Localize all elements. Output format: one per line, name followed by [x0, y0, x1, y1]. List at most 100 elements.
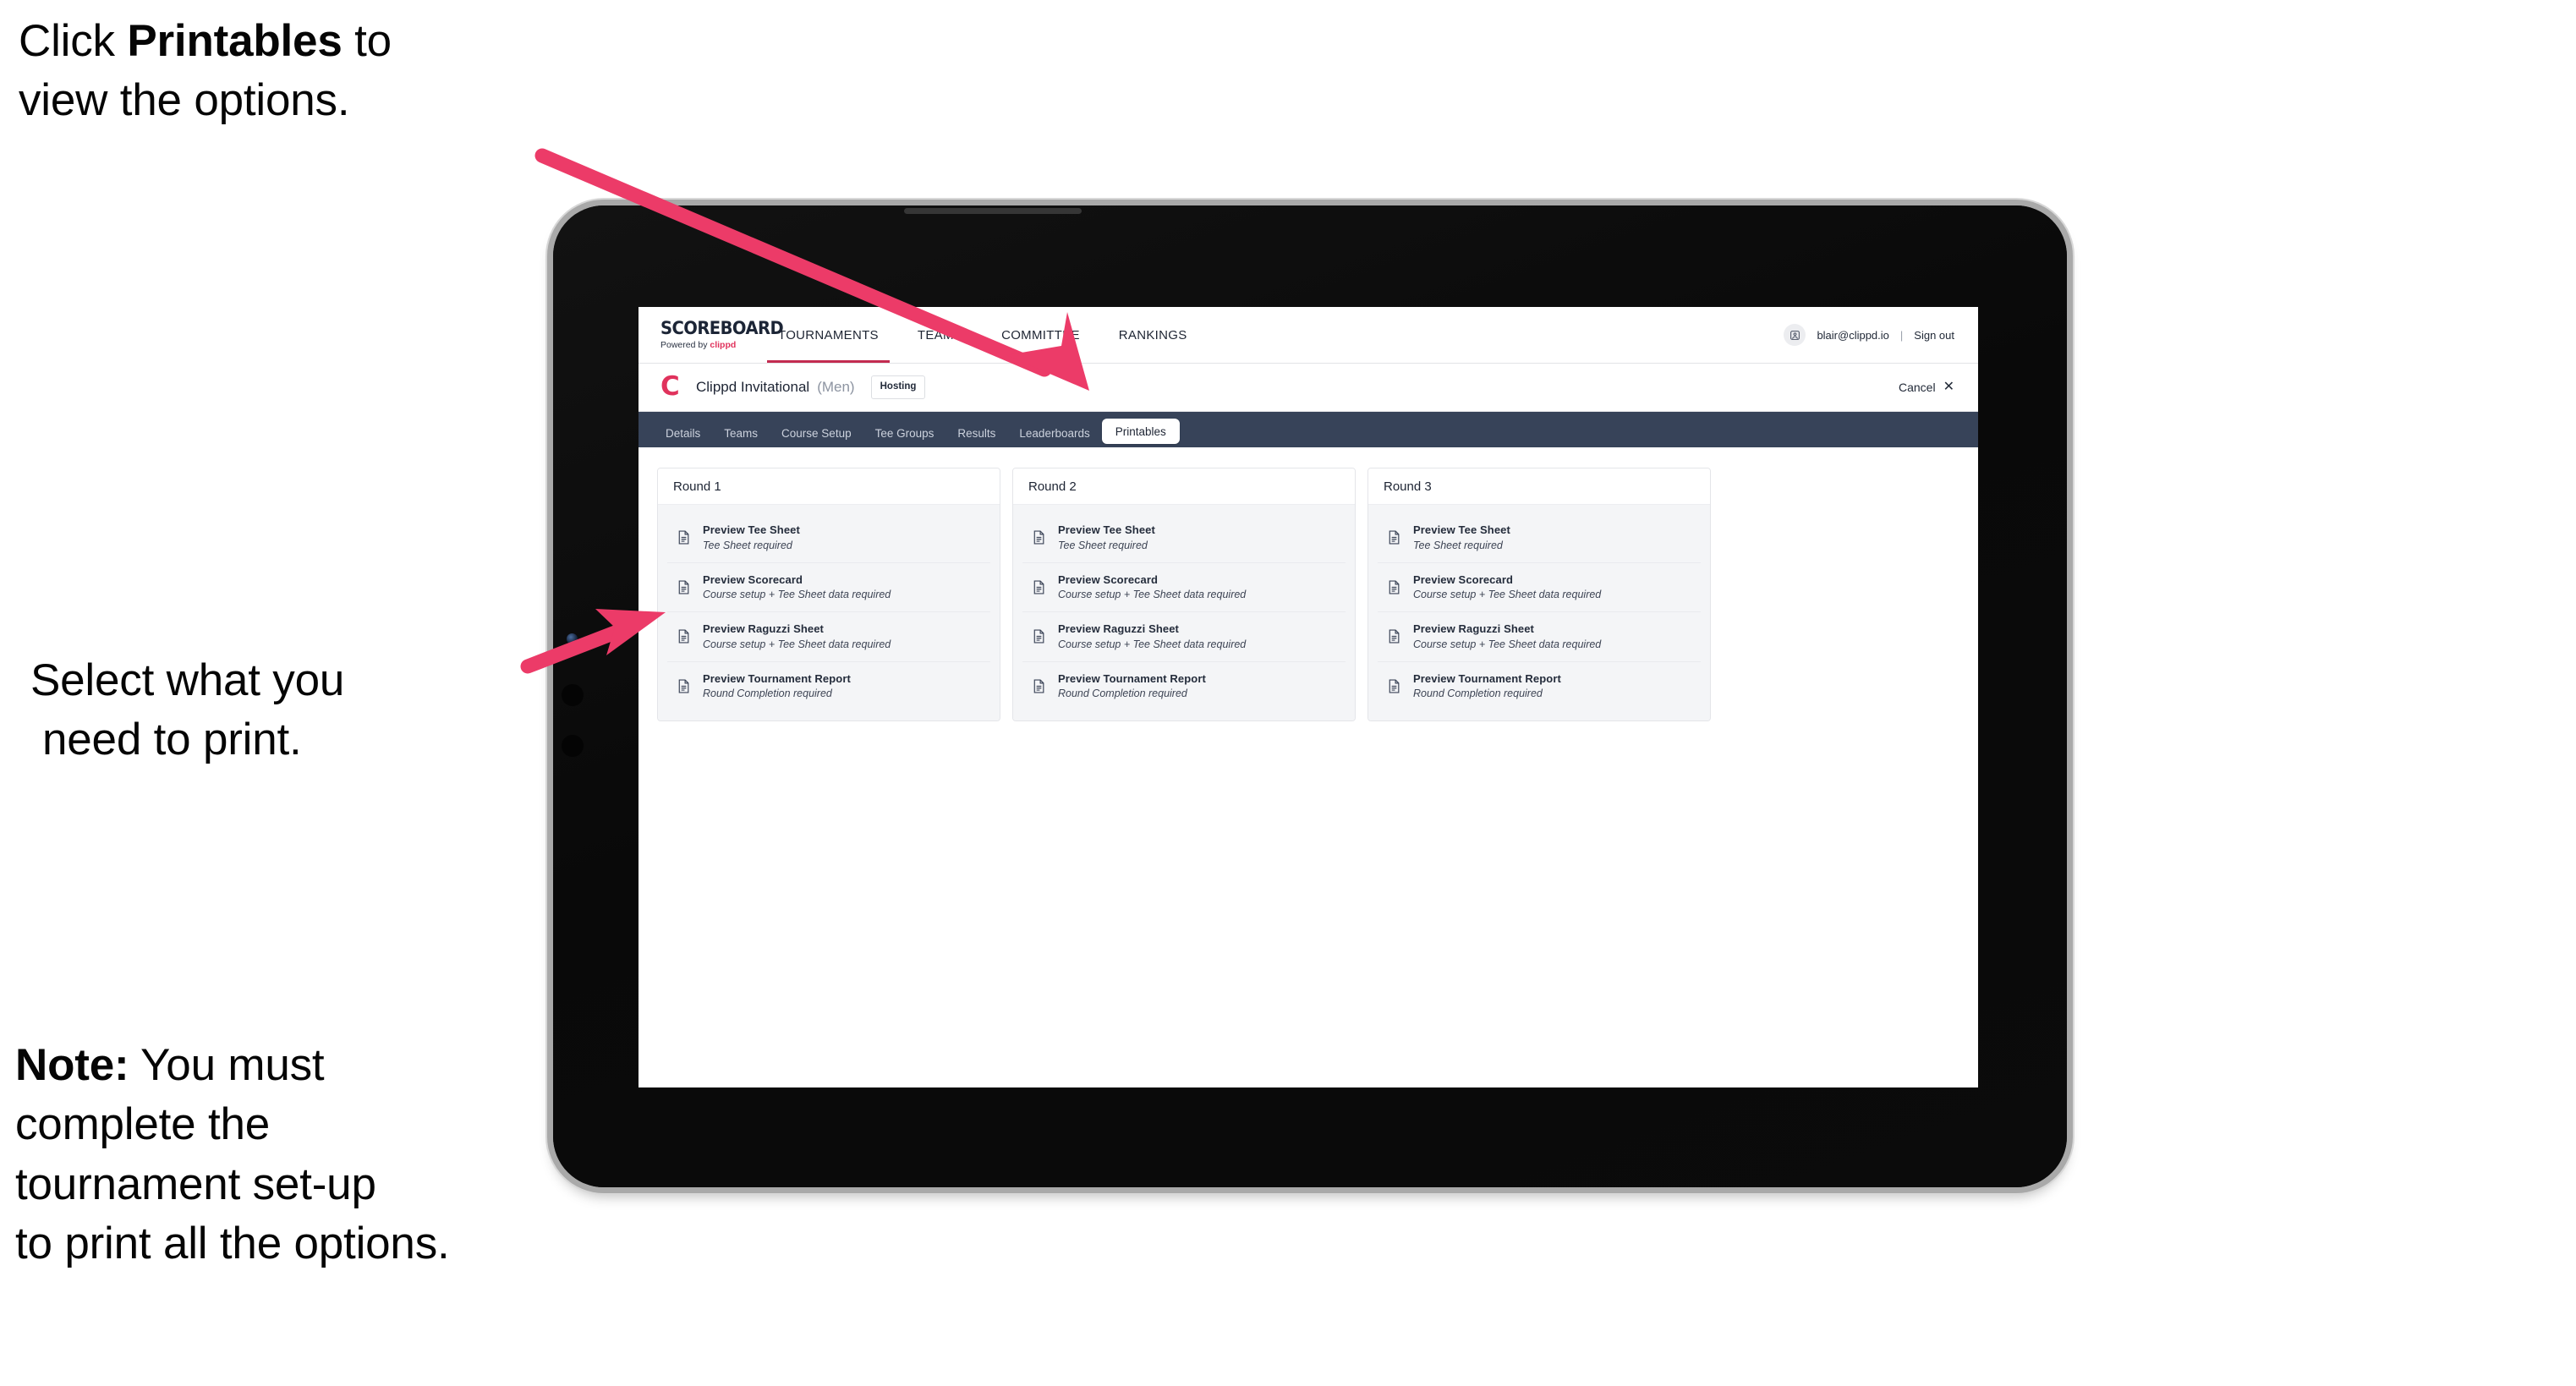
tab-results[interactable]: Results — [945, 419, 1007, 447]
tab-teams[interactable]: Teams — [712, 419, 770, 447]
document-requirement: Course setup + Tee Sheet data required — [1413, 638, 1602, 650]
document-title: Preview Tournament Report — [703, 671, 851, 685]
brand-tagline-text: Powered by — [660, 340, 710, 351]
tab-course-setup[interactable]: Course Setup — [770, 419, 863, 447]
round-title: Round 1 — [658, 468, 1000, 505]
document-row[interactable]: Preview Tee Sheet Tee Sheet required — [1378, 513, 1701, 563]
document-icon — [1386, 579, 1402, 595]
document-row[interactable]: Preview Raguzzi Sheet Course setup + Tee… — [667, 612, 990, 662]
callout-top-before: Click — [19, 16, 128, 66]
callout-top-bold: Printables — [127, 16, 343, 66]
document-row[interactable]: Preview Tee Sheet Tee Sheet required — [667, 513, 990, 563]
document-icon — [1031, 628, 1047, 644]
document-row[interactable]: Preview Scorecard Course setup + Tee She… — [1378, 562, 1701, 613]
document-row[interactable]: Preview Scorecard Course setup + Tee She… — [1022, 562, 1346, 613]
document-icon — [1386, 678, 1402, 694]
account-area: blair@clippd.io | Sign out — [1784, 307, 1978, 363]
document-requirement: Tee Sheet required — [1413, 539, 1503, 551]
callout-note-bold: Note: — [15, 1040, 129, 1090]
tablet-button-upper[interactable] — [562, 684, 584, 706]
document-requirement: Course setup + Tee Sheet data required — [1058, 589, 1247, 601]
document-row[interactable]: Preview Raguzzi Sheet Course setup + Tee… — [1378, 612, 1701, 662]
tab-printables[interactable]: Printables — [1101, 419, 1180, 444]
round-column: Round 1 Preview Tee Sheet Tee Sheet requ… — [657, 468, 1000, 722]
printables-board: Round 1 Preview Tee Sheet Tee Sheet requ… — [639, 447, 1978, 742]
tablet-screen: SCOREBOARD Powered by clippd TOURNAMENTS… — [639, 307, 1978, 1087]
primary-nav: TOURNAMENTS TEAMS COMMITTEE RANKINGS — [759, 307, 1207, 363]
tab-leaderboards[interactable]: Leaderboards — [1007, 419, 1101, 447]
document-requirement: Round Completion required — [1413, 688, 1543, 700]
document-row[interactable]: Preview Raguzzi Sheet Course setup + Tee… — [1022, 612, 1346, 662]
document-requirement: Course setup + Tee Sheet data required — [703, 589, 891, 601]
brand-logo[interactable]: SCOREBOARD Powered by clippd — [639, 307, 784, 363]
document-requirement: Course setup + Tee Sheet data required — [1058, 638, 1247, 650]
tournament-gender: (Men) — [817, 379, 855, 395]
front-camera-icon — [567, 633, 578, 644]
nav-item-rankings[interactable]: RANKINGS — [1099, 307, 1207, 363]
document-row[interactable]: Preview Tee Sheet Tee Sheet required — [1022, 513, 1346, 563]
document-row[interactable]: Preview Tournament Report Round Completi… — [1378, 661, 1701, 711]
document-row[interactable]: Preview Tournament Report Round Completi… — [667, 661, 990, 711]
document-title: Preview Scorecard — [1058, 572, 1159, 586]
document-title: Preview Tee Sheet — [1413, 523, 1510, 536]
close-icon: ✕ — [1943, 380, 1954, 394]
brand-tagline: Powered by clippd — [660, 341, 759, 350]
document-icon — [1031, 678, 1047, 694]
tournament-header: C Clippd Invitational (Men) Hosting Canc… — [639, 364, 1978, 412]
document-requirement: Course setup + Tee Sheet data required — [1413, 589, 1602, 601]
round-documents: Preview Tee Sheet Tee Sheet required Pre… — [1368, 505, 1710, 721]
cancel-label: Cancel — [1899, 381, 1936, 394]
tablet-button-lower[interactable] — [562, 735, 584, 757]
document-title: Preview Raguzzi Sheet — [1413, 622, 1534, 636]
document-title: Preview Tee Sheet — [703, 523, 800, 536]
tournament-name: Clippd Invitational — [696, 379, 810, 395]
nav-item-teams[interactable]: TEAMS — [898, 307, 982, 363]
user-avatar-icon[interactable] — [1784, 324, 1806, 346]
nav-item-committee[interactable]: COMMITTEE — [982, 307, 1099, 363]
callout-select-what-to-print: Select what you need to print. — [30, 651, 555, 770]
document-icon — [676, 529, 692, 545]
app-header: SCOREBOARD Powered by clippd TOURNAMENTS… — [639, 307, 1978, 364]
document-requirement: Course setup + Tee Sheet data required — [703, 638, 891, 650]
round-title: Round 2 — [1013, 468, 1355, 505]
document-requirement: Round Completion required — [703, 688, 832, 700]
document-title: Preview Scorecard — [1413, 572, 1514, 586]
document-icon — [1031, 579, 1047, 595]
round-title: Round 3 — [1368, 468, 1710, 505]
clippd-logo-icon: C — [660, 371, 680, 402]
hosting-status-badge: Hosting — [870, 375, 926, 399]
document-icon — [676, 678, 692, 694]
document-row[interactable]: Preview Tournament Report Round Completi… — [1022, 661, 1346, 711]
brand-name: SCOREBOARD — [660, 318, 784, 339]
callout-click-printables: Click Printables to view the options. — [19, 12, 577, 131]
tab-tee-groups[interactable]: Tee Groups — [863, 419, 946, 447]
round-documents: Preview Tee Sheet Tee Sheet required Pre… — [1013, 505, 1355, 721]
account-separator: | — [1899, 328, 1904, 342]
nav-item-tournaments[interactable]: TOURNAMENTS — [759, 307, 898, 363]
callout-mid-line2: need to print. — [42, 715, 302, 765]
cancel-button[interactable]: Cancel ✕ — [1899, 380, 1954, 395]
document-icon — [1031, 529, 1047, 545]
sign-out-button[interactable]: Sign out — [1914, 329, 1954, 342]
document-icon — [1386, 628, 1402, 644]
tablet-device: SCOREBOARD Powered by clippd TOURNAMENTS… — [553, 205, 2067, 1187]
round-column: Round 2 Preview Tee Sheet Tee Sheet requ… — [1012, 468, 1356, 722]
document-title: Preview Tournament Report — [1058, 671, 1206, 685]
tournament-tabs: Details Teams Course Setup Tee Groups Re… — [639, 412, 1978, 447]
document-requirement: Tee Sheet required — [703, 539, 792, 551]
document-title: Preview Raguzzi Sheet — [703, 622, 824, 636]
document-row[interactable]: Preview Scorecard Course setup + Tee She… — [667, 562, 990, 613]
round-column: Round 3 Preview Tee Sheet Tee Sheet requ… — [1367, 468, 1711, 722]
round-documents: Preview Tee Sheet Tee Sheet required Pre… — [658, 505, 1000, 721]
document-requirement: Tee Sheet required — [1058, 539, 1148, 551]
tab-details[interactable]: Details — [654, 419, 712, 447]
document-title: Preview Tee Sheet — [1058, 523, 1155, 536]
document-title: Preview Scorecard — [703, 572, 803, 586]
callout-mid-line1: Select what you — [30, 655, 345, 705]
user-email: blair@clippd.io — [1817, 328, 1889, 342]
brand-tagline-clippd: clippd — [710, 340, 737, 351]
document-icon — [1386, 529, 1402, 545]
document-requirement: Round Completion required — [1058, 688, 1187, 700]
document-title: Preview Raguzzi Sheet — [1058, 622, 1179, 636]
document-title: Preview Tournament Report — [1413, 671, 1561, 685]
